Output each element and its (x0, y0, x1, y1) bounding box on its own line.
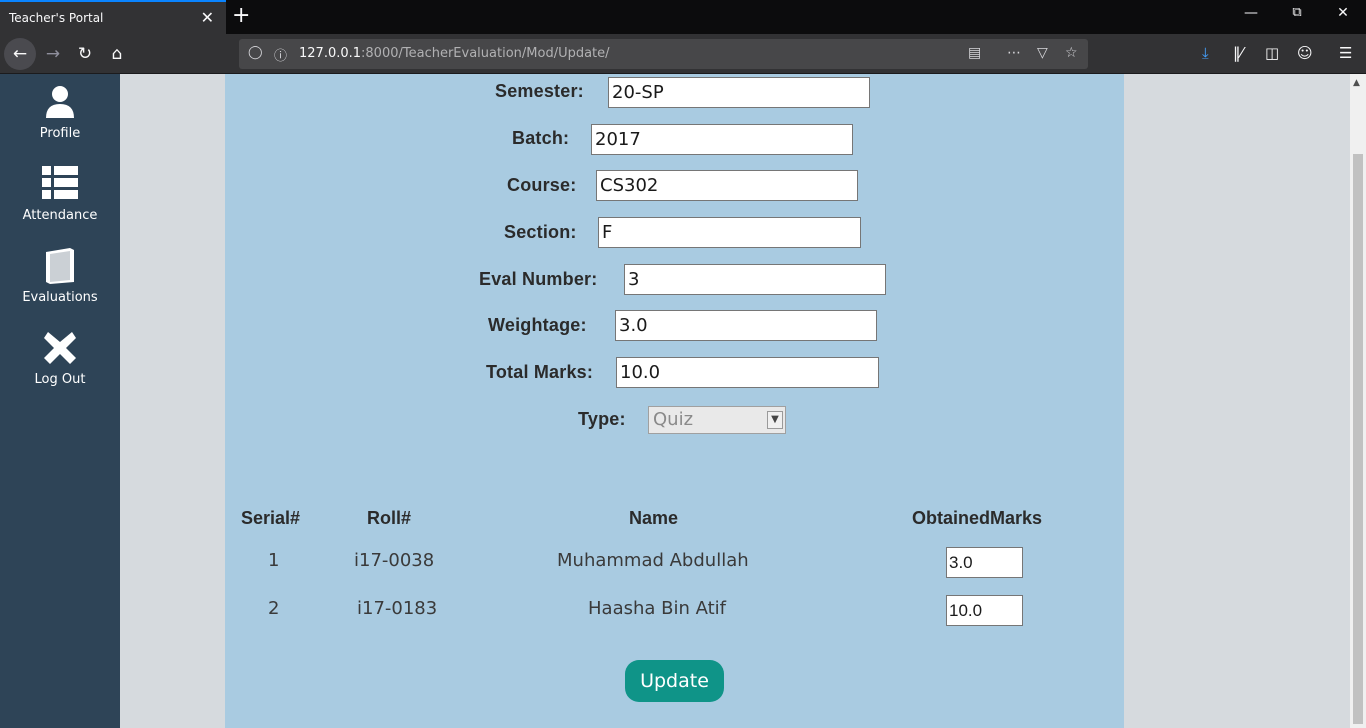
sidebar-item-label: Profile (39, 126, 81, 141)
header-serial: Serial# (241, 508, 301, 528)
header-obtained-marks: ObtainedMarks (912, 508, 1043, 528)
url-bar[interactable]: ◯ ⓘ 127.0.0.1:8000/TeacherEvaluation/Mod… (239, 39, 1088, 69)
header-roll: Roll# (367, 508, 412, 528)
batch-input[interactable] (591, 124, 853, 155)
eval-number-label: Eval Number: (479, 269, 598, 289)
total-marks-label: Total Marks: (486, 362, 594, 382)
pocket-icon[interactable]: ▽ (1037, 45, 1048, 61)
reload-icon[interactable]: ↻ (69, 38, 101, 70)
library-icon[interactable]: ‖⁄ (1233, 44, 1243, 62)
book-icon (40, 246, 80, 286)
roll-cell: i17-0038 (354, 550, 435, 571)
new-tab-icon[interactable]: + (232, 3, 250, 29)
shield-icon[interactable]: ◯ (248, 45, 263, 60)
tab-title: Teacher's Portal (9, 11, 104, 25)
semester-input[interactable] (608, 77, 870, 108)
name-cell: Muhammad Abdullah (557, 550, 749, 571)
restore-icon[interactable]: ⧉ (1282, 5, 1312, 20)
update-button[interactable]: Update (625, 660, 724, 702)
batch-label: Batch: (512, 128, 570, 148)
close-icon (40, 328, 80, 368)
close-tab-icon[interactable]: ✕ (201, 8, 214, 27)
tab-strip: Teacher's Portal ✕ + — ⧉ ✕ (0, 0, 1366, 34)
weightage-label: Weightage: (488, 315, 587, 335)
url-path: :8000/TeacherEvaluation/Mod/Update/ (361, 46, 610, 61)
download-icon[interactable]: ⤓ (1202, 44, 1209, 62)
url-text[interactable]: 127.0.0.1:8000/TeacherEvaluation/Mod/Upd… (299, 46, 610, 61)
info-icon[interactable]: ⓘ (274, 45, 287, 64)
serial-cell: 1 (268, 550, 280, 571)
section-input[interactable] (598, 217, 861, 248)
roll-cell: i17-0183 (357, 598, 438, 619)
scroll-thumb[interactable] (1353, 154, 1363, 724)
semester-label: Semester: (495, 81, 584, 101)
scroll-up-icon[interactable]: ▲ (1353, 78, 1360, 88)
sidebar-item-label: Evaluations (22, 290, 98, 305)
sidebar-toggle-icon[interactable]: ◫ (1265, 44, 1279, 62)
header-name: Name (629, 508, 679, 528)
type-select-value: Quiz (653, 409, 694, 430)
navigation-toolbar: ← → ↻ ⌂ ◯ ⓘ 127.0.0.1:8000/TeacherEvalua… (0, 34, 1366, 74)
obtained-marks-input[interactable] (946, 547, 1023, 578)
weightage-input[interactable] (615, 310, 877, 341)
list-icon (40, 164, 80, 204)
forward-icon[interactable]: → (37, 38, 69, 70)
url-host: 127.0.0.1 (299, 46, 362, 61)
home-icon[interactable]: ⌂ (101, 38, 133, 70)
more-actions-icon[interactable]: ⋯ (1007, 45, 1021, 61)
account-icon[interactable]: ☺ (1297, 44, 1313, 62)
course-label: Course: (507, 175, 577, 195)
type-select[interactable]: Quiz ▼ (648, 406, 786, 434)
total-marks-input[interactable] (616, 357, 879, 388)
serial-cell: 2 (268, 598, 280, 619)
user-icon (40, 82, 80, 122)
course-input[interactable] (596, 170, 858, 201)
back-icon[interactable]: ← (4, 38, 36, 70)
sidebar-item-evaluations[interactable]: Evaluations (0, 246, 120, 305)
sidebar-item-profile[interactable]: Profile (0, 82, 120, 141)
browser-tab[interactable]: Teacher's Portal ✕ (0, 0, 226, 34)
window-close-icon[interactable]: ✕ (1328, 5, 1358, 21)
menu-icon[interactable]: ☰ (1339, 44, 1352, 62)
sidebar-item-label: Log Out (34, 372, 86, 387)
sidebar: Profile Attendance Evaluations Log Out (0, 74, 120, 728)
minimize-icon[interactable]: — (1236, 5, 1266, 21)
sidebar-item-label: Attendance (22, 208, 98, 223)
sidebar-item-logout[interactable]: Log Out (0, 328, 120, 387)
eval-number-input[interactable] (624, 264, 886, 295)
obtained-marks-input[interactable] (946, 595, 1023, 626)
sidebar-item-attendance[interactable]: Attendance (0, 164, 120, 223)
section-label: Section: (504, 222, 577, 242)
reader-view-icon[interactable]: ▤ (968, 45, 981, 61)
name-cell: Haasha Bin Atif (588, 598, 727, 619)
bookmark-star-icon[interactable]: ☆ (1065, 45, 1078, 61)
chevron-down-icon[interactable]: ▼ (767, 411, 783, 429)
type-label: Type: (578, 409, 626, 429)
vertical-scrollbar[interactable]: ▲ (1350, 74, 1366, 728)
